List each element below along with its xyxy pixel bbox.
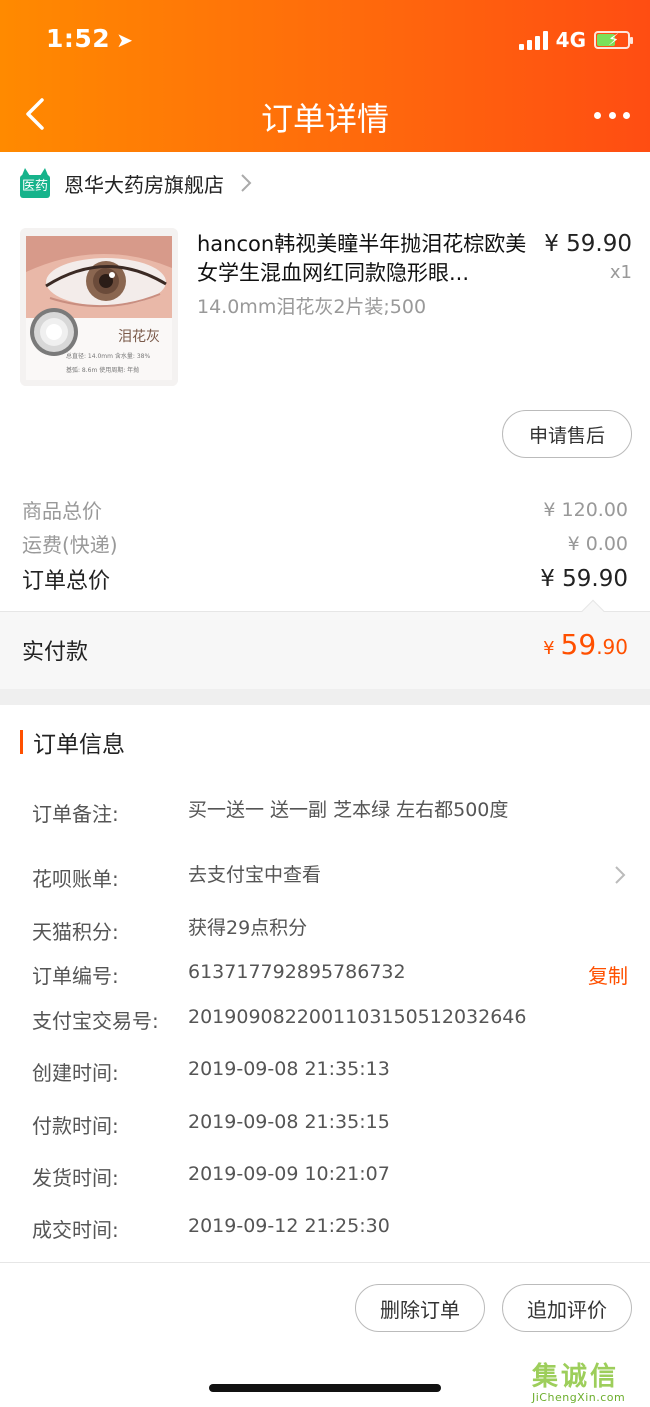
order-number-value: 613717792895786732 <box>188 961 406 983</box>
order-number-row: 订单编号: 613717792895786732 复制 <box>32 960 630 990</box>
footer-divider <box>0 1262 650 1263</box>
paid-integer: 59 <box>560 628 597 661</box>
home-indicator <box>209 1384 441 1392</box>
product-title[interactable]: hancon韩视美瞳半年抛泪花棕欧美女学生混血网红同款隐形眼... <box>197 230 533 288</box>
contact-lens-image <box>20 228 178 386</box>
status-time: 1:52 ➤ <box>46 24 133 53</box>
more-dot <box>608 111 616 119</box>
points-value: 获得29点积分 <box>188 917 308 939</box>
alipay-number-value: 2019090822001103150512032646 <box>188 1006 527 1028</box>
shipping-label: 运费(快递) <box>22 533 118 557</box>
store-name: 恩华大药房旗舰店 <box>64 172 224 197</box>
goods-total-value: ¥ 120.00 <box>543 498 628 521</box>
store-logo-label: 医药 <box>20 175 50 198</box>
order-info-title: 订单信息 <box>33 732 125 758</box>
created-time-value: 2019-09-08 21:35:13 <box>188 1058 390 1080</box>
copy-button[interactable]: 复制 <box>588 960 628 989</box>
paid-time-row: 付款时间: 2019-09-08 21:35:15 <box>32 1110 630 1140</box>
paid-amount-box: 实付款 ¥ 59 .90 <box>0 599 650 689</box>
paid-label: 实付款 <box>22 640 89 665</box>
status-indicators: 4G ⚡ <box>518 28 633 52</box>
order-remark-label: 订单备注: <box>32 802 119 826</box>
more-dot <box>623 111 630 119</box>
store-row[interactable]: 医药 恩华大药房旗舰店 <box>0 152 650 214</box>
created-time-label: 创建时间: <box>32 1061 119 1085</box>
paid-decimal: .90 <box>596 635 628 659</box>
chevron-right-icon <box>241 174 252 192</box>
section-accent-bar <box>20 730 23 754</box>
product-price: ¥ 59.90 <box>544 231 632 257</box>
signal-icon <box>518 30 548 50</box>
points-label: 天猫积分: <box>32 920 119 944</box>
alipay-number-label: 支付宝交易号: <box>32 1009 159 1033</box>
paid-time-value: 2019-09-08 21:35:15 <box>188 1111 390 1133</box>
product-image-spec-1: 总直径: 14.0mm 含水量: 38% <box>66 353 151 360</box>
product-image[interactable]: 泪花灰 总直径: 14.0mm 含水量: 38% 基弧: 8.6m 使用周期: … <box>20 228 178 386</box>
battery-icon: ⚡ <box>594 30 633 49</box>
created-time-row: 创建时间: 2019-09-08 21:35:13 <box>32 1057 630 1087</box>
watermark-mark: 集诚信 <box>532 1362 620 1392</box>
chevron-right-icon <box>615 866 626 884</box>
shipped-time-value: 2019-09-09 10:21:07 <box>188 1163 390 1185</box>
paid-amount: ¥ 59 .90 <box>543 628 628 661</box>
section-gap <box>0 689 650 705</box>
huabei-value: 去支付宝中查看 <box>188 864 322 886</box>
page-title: 订单详情 <box>260 100 389 138</box>
order-total-value: ¥ 59.90 <box>540 566 628 592</box>
huabei-row[interactable]: 花呗账单: 去支付宝中查看 <box>32 863 630 893</box>
alipay-number-row: 支付宝交易号: 2019090822001103150512032646 <box>32 1005 630 1035</box>
product-quantity: x1 <box>609 262 632 283</box>
goods-total-label: 商品总价 <box>22 499 102 523</box>
order-remark-row: 订单备注: 买一送一 送一副 芝本绿 左右都500度 <box>32 798 630 858</box>
order-total-label: 订单总价 <box>22 569 111 594</box>
paid-box-notch <box>581 599 605 623</box>
huabei-label: 花呗账单: <box>32 867 119 891</box>
points-row: 天猫积分: 获得29点积分 <box>32 916 630 946</box>
paid-currency: ¥ <box>543 638 555 659</box>
shipping-value: ¥ 0.00 <box>567 532 628 555</box>
order-total-row: 订单总价 ¥ 59.90 <box>22 563 628 595</box>
product-image-spec-2: 基弧: 8.6m 使用周期: 年抛 <box>66 367 140 374</box>
shipping-row: 运费(快递) ¥ 0.00 <box>22 529 628 558</box>
goods-total-row: 商品总价 ¥ 120.00 <box>22 495 628 524</box>
after-sale-button[interactable]: 申请售后 <box>502 410 632 458</box>
completed-time-row: 成交时间: 2019-09-12 21:25:30 <box>32 1214 630 1244</box>
more-button[interactable] <box>594 104 630 126</box>
add-review-button[interactable]: 追加评价 <box>502 1284 632 1332</box>
paid-time-label: 付款时间: <box>32 1114 119 1138</box>
order-info-header: 订单信息 <box>20 725 125 759</box>
more-dots-icon <box>594 111 601 119</box>
shipped-time-label: 发货时间: <box>32 1166 119 1190</box>
order-remark-value: 买一送一 送一副 芝本绿 左右都500度 <box>188 799 509 821</box>
delete-order-button[interactable]: 删除订单 <box>355 1284 485 1332</box>
status-time-text: 1:52 <box>46 24 111 53</box>
completed-time-label: 成交时间: <box>32 1218 119 1242</box>
header-bar: 1:52 ➤ 4G ⚡ 订单详情 <box>0 0 650 152</box>
watermark: 集诚信 JiChengXin.com <box>532 1356 644 1406</box>
product-image-label: 泪花灰 <box>118 329 160 345</box>
shipped-time-row: 发货时间: 2019-09-09 10:21:07 <box>32 1162 630 1192</box>
tmall-cat-icon: 医药 <box>20 168 50 198</box>
location-arrow-icon: ➤ <box>116 28 134 52</box>
completed-time-value: 2019-09-12 21:25:30 <box>188 1215 390 1237</box>
product-sku: 14.0mm泪花灰2片装;500 <box>197 296 427 318</box>
network-type: 4G <box>555 28 586 52</box>
order-number-label: 订单编号: <box>32 964 119 988</box>
